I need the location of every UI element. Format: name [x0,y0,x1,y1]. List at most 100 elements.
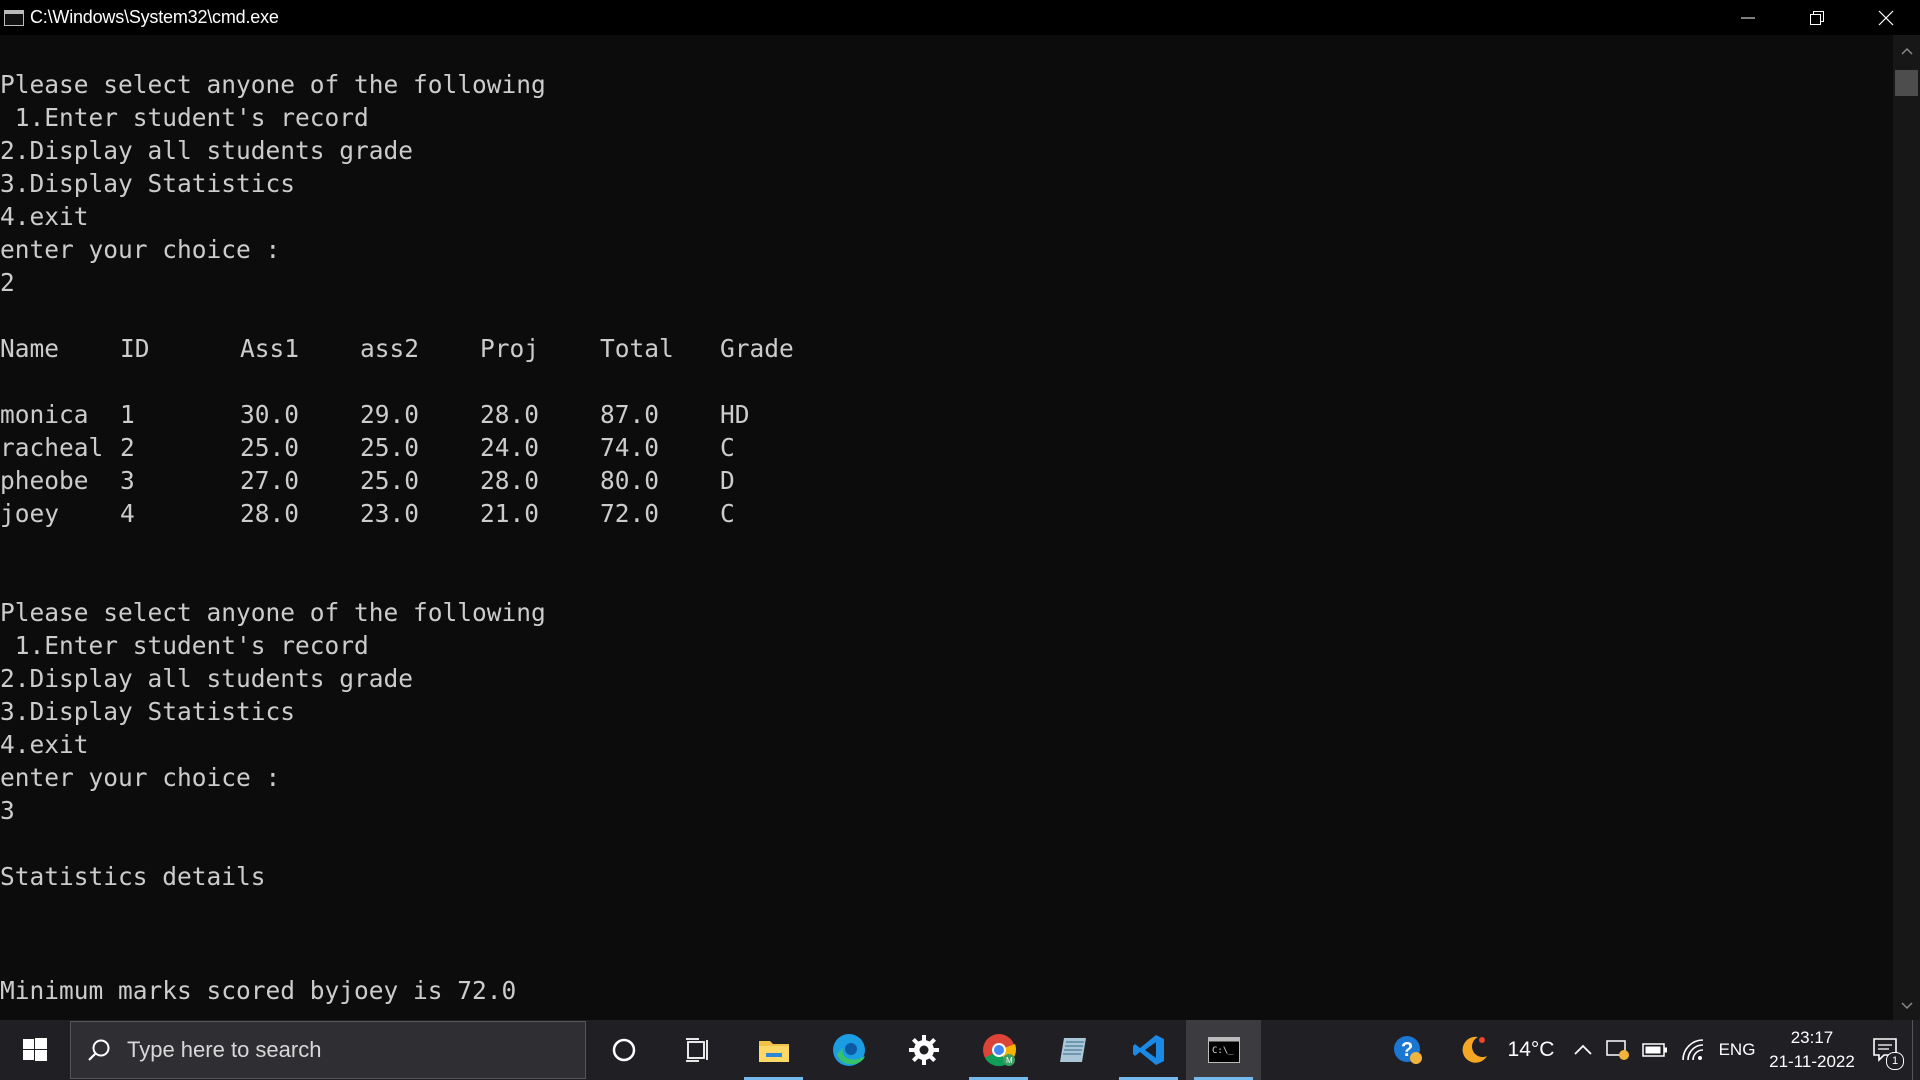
user-input-line: 2 [0,268,15,297]
table-cell: 23.0 [360,499,420,528]
task-view-icon [685,1038,708,1062]
vscode-icon [1132,1035,1164,1065]
chevron-up-icon [1574,1044,1592,1055]
restore-icon [1809,10,1824,25]
settings-icon [908,1035,939,1065]
window-title: C:\Windows\System32\cmd.exe [30,7,279,27]
battery-icon [1642,1043,1667,1057]
table-cell: 74.0 [600,433,660,462]
network-device-button[interactable] [1600,1020,1636,1080]
scroll-thumb[interactable] [1895,70,1918,96]
table-header: Name ID Ass1 ass2 Proj Total Grade [0,332,1893,365]
show-desktop-button[interactable] [1912,1020,1920,1080]
header-cell: ass2 [360,334,420,363]
time: 23:17 [1790,1028,1834,1047]
table-row: pheobe 3 27.0 25.0 28.0 80.0 D [0,464,1893,497]
menu-line: 3.Display Statistics [0,169,296,198]
menu-line: 1.Enter student's record [0,631,369,660]
clock[interactable]: 23:17 21-11-2022 [1762,1020,1862,1080]
restore-button[interactable] [1782,0,1851,35]
windows-start-icon [23,1038,47,1061]
chrome-button[interactable]: M [961,1020,1036,1080]
date: 21-11-2022 [1769,1052,1855,1071]
table-cell: 24.0 [480,433,540,462]
notification-center-button[interactable]: 1 [1862,1020,1912,1080]
table-cell: pheobe [0,466,89,495]
show-hidden-icons-button[interactable] [1566,1020,1600,1080]
minimize-button[interactable] [1713,0,1782,35]
table-cell: 3 [120,466,135,495]
table-row: monica 1 30.0 29.0 28.0 87.0 HD [0,398,1893,431]
weather-button[interactable] [1430,1020,1490,1080]
battery-button[interactable] [1636,1020,1674,1080]
menu-line: 4.exit [0,202,89,231]
table-cell: C [720,433,735,462]
console-output[interactable]: Please select anyone of the following 1.… [0,35,1893,1020]
cortana-button[interactable] [586,1020,661,1080]
menu-line: 3.Display Statistics [0,697,296,726]
table-cell: 27.0 [240,466,300,495]
start-button[interactable] [0,1020,70,1080]
edge-button[interactable] [811,1020,886,1080]
table-cell: joey [0,499,60,528]
header-cell: Proj [480,334,540,363]
menu-line: 4.exit [0,730,89,759]
table-cell: 30.0 [240,400,300,429]
table-cell: 28.0 [240,499,300,528]
notepad-button[interactable] [1036,1020,1111,1080]
header-cell: Total [600,334,674,363]
wifi-button[interactable] [1674,1020,1712,1080]
cmd-app-icon[interactable] [4,9,24,26]
file-explorer-button[interactable] [736,1020,811,1080]
table-cell: racheal [0,433,104,462]
table-cell: 28.0 [480,466,540,495]
svg-text:M: M [1006,1056,1013,1065]
settings-button[interactable] [886,1020,961,1080]
file-explorer-icon [758,1041,789,1062]
table-cell: 21.0 [480,499,540,528]
wifi-icon [1682,1039,1704,1061]
help-icon: ? [1394,1036,1422,1064]
search-input[interactable] [125,1036,549,1064]
cortana-icon [612,1038,635,1062]
scroll-up-arrow-icon[interactable] [1893,39,1920,63]
menu-line: Please select anyone of the following [0,70,546,99]
table-cell: 25.0 [360,466,420,495]
table-cell: 25.0 [360,433,420,462]
min-marks-line: Minimum marks scored byjoey is 72.0 [0,976,517,1005]
help-button[interactable]: ? [1386,1020,1430,1080]
language-indicator[interactable]: ENG [1712,1020,1762,1080]
scroll-down-arrow-icon[interactable] [1893,994,1920,1018]
moon-weather-icon [1462,1036,1487,1063]
table-cell: 2 [120,433,135,462]
menu-line: 1.Enter student's record [0,103,369,132]
cmd-button[interactable]: C:\_ [1186,1020,1261,1080]
close-button[interactable] [1851,0,1920,35]
device-sync-icon [1606,1040,1629,1060]
vertical-scrollbar[interactable] [1893,35,1920,1020]
table-cell: 80.0 [600,466,660,495]
header-cell: ID [120,334,150,363]
menu-line: 2.Display all students grade [0,664,414,693]
weather-temp[interactable]: 14°C [1490,1020,1566,1080]
task-view-button[interactable] [661,1020,736,1080]
system-tray: ? 14°C ENG 23:17 21-11-2022 1 [1386,1020,1920,1080]
table-cell: 87.0 [600,400,660,429]
menu-line: 2.Display all students grade [0,136,414,165]
close-icon [1878,10,1893,25]
table-row: racheal 2 25.0 25.0 24.0 74.0 C [0,431,1893,464]
vscode-button[interactable] [1111,1020,1186,1080]
table-cell: C [720,499,735,528]
user-input-line: 3 [0,796,15,825]
table-cell: D [720,466,735,495]
chrome-icon: M [982,1034,1016,1067]
edge-icon [832,1034,865,1066]
notification-badge: 1 [1886,1052,1904,1070]
taskbar-search-box[interactable] [70,1021,586,1079]
